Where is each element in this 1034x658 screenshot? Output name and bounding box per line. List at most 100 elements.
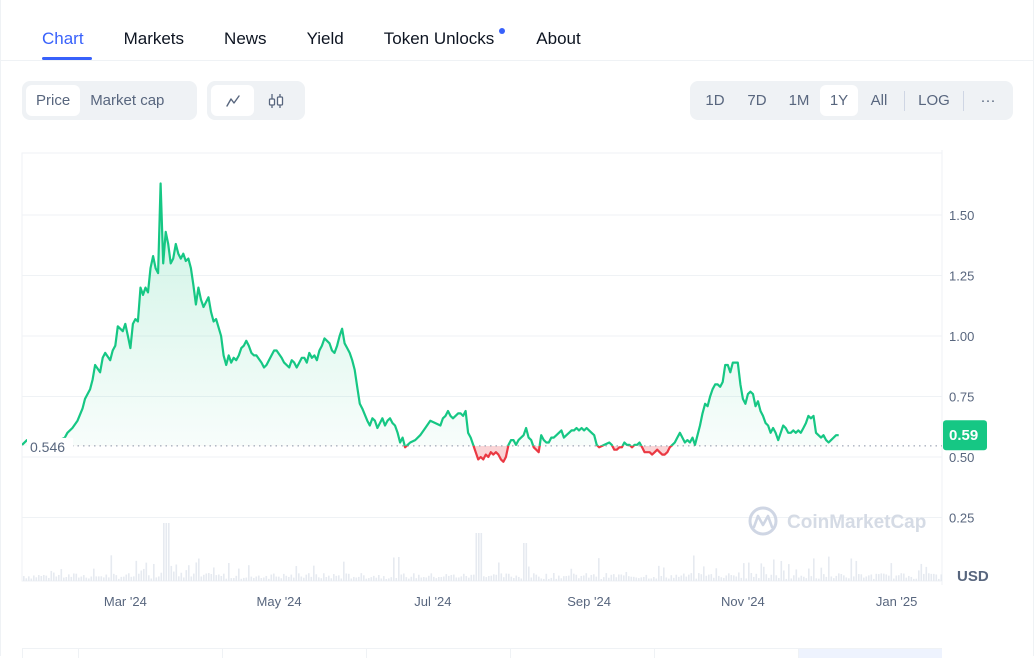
volume-bar: [475, 533, 478, 581]
range-1y-button[interactable]: 1Y: [820, 85, 858, 116]
volume-bar: [380, 578, 383, 581]
volume-bar: [118, 578, 120, 581]
candlestick-button[interactable]: [254, 85, 297, 116]
volume-bar: [83, 575, 85, 581]
volume-bar: [723, 577, 725, 581]
volume-bar: [913, 578, 915, 581]
price-chart[interactable]: CoinMarketCap 0.546 0.25 0.50 0.75 1.00 1.25…: [0, 140, 1034, 610]
volume-bar: [450, 574, 453, 581]
volume-bar: [663, 567, 665, 581]
volume-bar: [335, 575, 338, 581]
range-1d-button[interactable]: 1D: [694, 85, 736, 116]
market-cap-button[interactable]: Market cap: [80, 85, 174, 116]
x-tick-label: Mar '24: [104, 594, 147, 609]
volume-bar: [375, 577, 378, 581]
volume-bar: [260, 578, 263, 581]
volume-bar: [585, 573, 588, 581]
price-button[interactable]: Price: [26, 85, 81, 116]
log-scale-button[interactable]: LOG: [909, 85, 959, 116]
volume-bar: [235, 575, 238, 581]
volume-bar: [795, 569, 798, 581]
volume-bar: [923, 573, 925, 581]
volume-bar: [328, 575, 330, 581]
volume-bar: [115, 575, 118, 581]
volume-bar: [660, 575, 663, 581]
baseline-label: 0.546: [30, 439, 65, 455]
volume-bar: [103, 577, 105, 581]
volume-bar: [655, 578, 658, 581]
volume-bar: [575, 574, 578, 581]
volume-bar: [130, 576, 133, 581]
notification-dot: [499, 28, 506, 34]
volume-bar: [463, 573, 465, 581]
tab-news[interactable]: News: [204, 22, 287, 60]
volume-bar: [175, 564, 178, 581]
volume-bar: [800, 575, 803, 581]
volume-bar: [183, 577, 185, 581]
volume-bar: [750, 573, 753, 581]
volume-bar: [65, 577, 68, 581]
volume-bar: [448, 575, 450, 581]
volume-bar: [230, 578, 233, 581]
tab-about[interactable]: About: [516, 22, 600, 60]
stats-cell: [22, 648, 78, 658]
stats-cell: [798, 648, 942, 658]
volume-bar: [680, 575, 683, 581]
volume-bar: [825, 576, 828, 581]
range-1m-button[interactable]: 1M: [778, 85, 820, 116]
volume-bar: [893, 578, 895, 581]
range-7d-button[interactable]: 7D: [736, 85, 778, 116]
volume-bar: [553, 573, 555, 581]
volume-bar: [60, 569, 63, 581]
volume-bar: [438, 577, 440, 581]
tab-yield[interactable]: Yield: [287, 22, 364, 60]
volume-bar: [280, 578, 283, 581]
volume-bar: [838, 573, 840, 581]
volume-bar: [608, 577, 610, 581]
volume-bar: [538, 576, 540, 581]
volume-bar: [733, 575, 735, 581]
tab-token-unlocks[interactable]: Token Unlocks: [364, 22, 517, 60]
range-all-button[interactable]: All: [858, 85, 900, 116]
volume-bar: [188, 565, 190, 581]
volume-bar: [408, 578, 410, 581]
tab-chart[interactable]: Chart: [22, 22, 104, 60]
volume-bar: [263, 577, 265, 581]
volume-bar: [868, 575, 870, 581]
volume-bar: [143, 568, 145, 581]
tab-markets[interactable]: Markets: [104, 22, 204, 60]
volume-bar: [603, 577, 605, 581]
more-options-button[interactable]: ···: [968, 85, 1008, 116]
volume-bar: [730, 575, 733, 581]
volume-bar: [493, 574, 495, 581]
volume-bar: [40, 576, 43, 581]
volume-bar: [515, 575, 518, 581]
volume-bar: [690, 573, 693, 581]
volume-bar: [788, 564, 790, 581]
volume-bar: [535, 574, 538, 581]
volume-bar: [215, 575, 218, 581]
volume-bar: [633, 576, 635, 581]
volume-bar: [643, 576, 645, 581]
volume-bar: [700, 574, 703, 581]
volume-bar: [200, 576, 203, 581]
volume-bar: [593, 574, 595, 581]
volume-bar: [708, 574, 710, 581]
volume-bar: [255, 576, 258, 581]
volume-bar: [228, 563, 230, 581]
volume-bar: [208, 573, 210, 581]
volume-bar: [460, 576, 463, 581]
volume-bar: [123, 576, 125, 581]
volume-bar: [870, 574, 873, 581]
volume-bar: [455, 577, 458, 581]
volume-bar: [865, 576, 868, 581]
volume-bar: [398, 556, 400, 581]
volume-bar: [705, 575, 708, 581]
volume-bar: [565, 576, 568, 581]
line-chart-button[interactable]: [211, 85, 254, 116]
volume-bar: [350, 578, 353, 581]
volume-bar: [498, 562, 500, 581]
volume-bar: [88, 578, 90, 581]
volume-bar: [765, 574, 768, 581]
volume-bar: [470, 574, 473, 581]
